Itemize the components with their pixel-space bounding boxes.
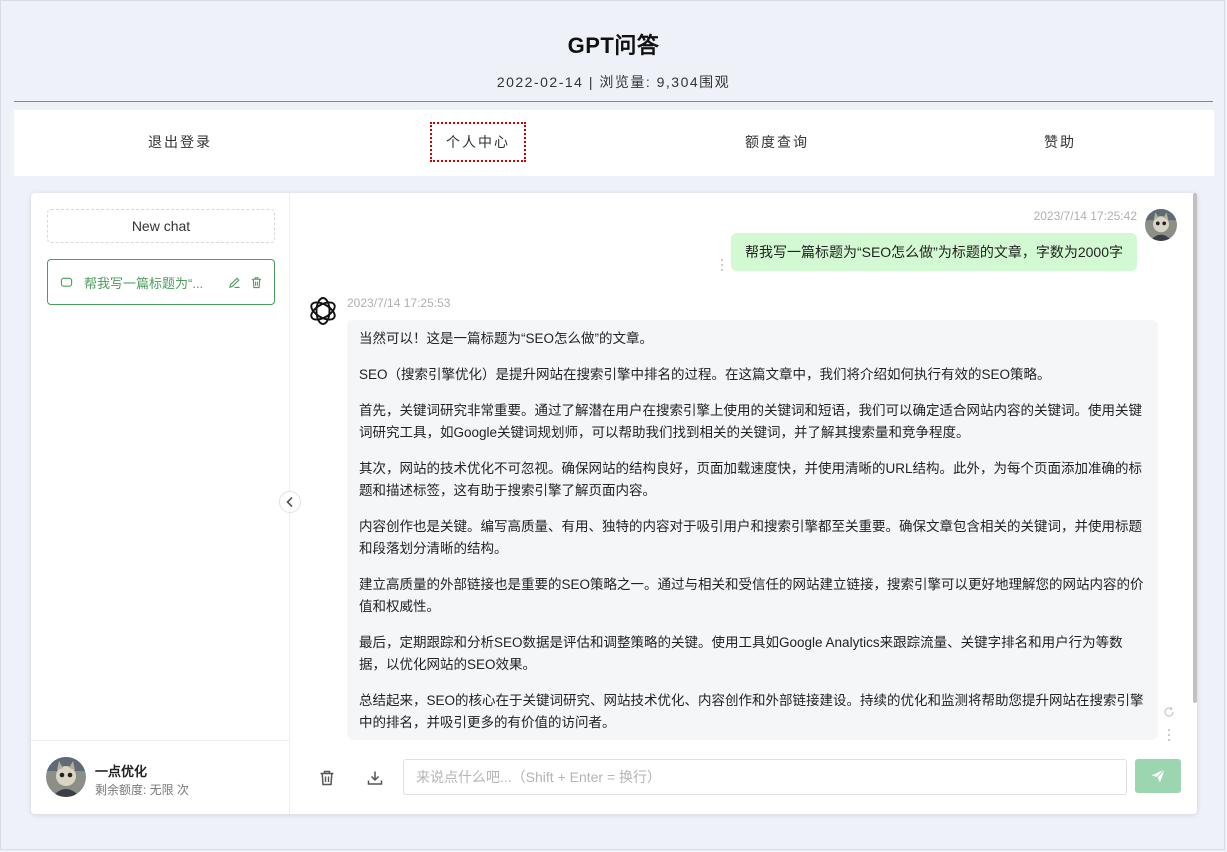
chat-history-item[interactable]: 帮我写一篇标题为“...	[47, 259, 275, 305]
bot-message-paragraph: 总结起来，SEO的核心在于关键词研究、网站技术优化、内容创作和外部链接建设。持续…	[359, 693, 1144, 730]
clear-chat-button[interactable]	[312, 763, 342, 793]
user-message-time: 2023/7/14 17:25:42	[1033, 209, 1137, 223]
nav-quota[interactable]: 额度查询	[745, 124, 809, 160]
trash-icon	[320, 770, 334, 786]
sidebar: New chat 帮我写一篇标题为“... 一点优化 剩余额度: 无限 次	[31, 193, 290, 814]
user-quota: 剩余额度: 无限 次	[95, 783, 190, 797]
bot-message-paragraph: SEO（搜索引擎优化）是提升网站在搜索引擎中排名的过程。在这篇文章中，我们将介绍…	[359, 367, 1051, 382]
page-title: GPT问答	[567, 33, 660, 58]
avatar[interactable]	[46, 757, 86, 797]
user-message-bubble: 帮我写一篇标题为“SEO怎么做”为标题的文章，字数为2000字	[730, 233, 1137, 271]
bot-message-paragraph: 建立高质量的外部链接也是重要的SEO策略之一。通过与相关和受信任的网站建立链接，…	[359, 577, 1144, 614]
trash-icon[interactable]	[246, 272, 266, 292]
bot-message-bubble: 当然可以！这是一篇标题为“SEO怎么做”的文章。 SEO（搜索引擎优化）是提升网…	[347, 320, 1158, 740]
chat-bubble-icon	[60, 275, 74, 289]
send-button[interactable]	[1135, 759, 1181, 793]
chat-input[interactable]	[403, 759, 1127, 795]
user-info: 一点优化 剩余额度: 无限 次	[31, 740, 289, 814]
top-nav: 退出登录 个人中心 额度查询 赞助	[14, 110, 1214, 176]
download-icon	[367, 771, 383, 785]
scrollbar[interactable]	[1193, 193, 1197, 703]
nav-logout[interactable]: 退出登录	[148, 124, 212, 160]
user-name: 一点优化	[95, 764, 148, 779]
nav-sponsor[interactable]: 赞助	[1044, 124, 1076, 160]
edit-icon[interactable]	[224, 272, 244, 292]
download-button[interactable]	[360, 763, 390, 793]
new-chat-button[interactable]: New chat	[47, 209, 275, 243]
header-divider	[14, 101, 1213, 102]
user-avatar	[1145, 209, 1177, 241]
chat-history-title: 帮我写一篇标题为“...	[84, 275, 204, 291]
bot-message-paragraph: 当然可以！这是一篇标题为“SEO怎么做”的文章。	[359, 331, 654, 346]
chat-app: New chat 帮我写一篇标题为“... 一点优化 剩余额度: 无限 次 20…	[31, 193, 1197, 814]
bot-message-paragraph: 首先，关键词研究非常重要。通过了解潜在用户在搜索引擎上使用的关键词和短语，我们可…	[359, 403, 1142, 440]
refresh-icon[interactable]	[1163, 705, 1175, 723]
user-message-more-icon[interactable]	[720, 259, 724, 271]
send-icon	[1151, 769, 1165, 783]
bot-message-time: 2023/7/14 17:25:53	[347, 296, 451, 310]
bot-message-paragraph: 最后，定期跟踪和分析SEO数据是评估和调整策略的关键。使用工具如Google A…	[359, 635, 1123, 672]
page-subtitle: 2022-02-14 | 浏览量: 9,304围观	[496, 74, 731, 90]
chat-area: 2023/7/14 17:25:42 帮我写一篇标题为“SEO怎么做”为标题的文…	[291, 193, 1197, 814]
bot-message-paragraph: 其次，网站的技术优化不可忽视。确保网站的结构良好，页面加载速度快，并使用清晰的U…	[359, 461, 1143, 498]
bot-message-more-icon[interactable]	[1167, 729, 1171, 741]
openai-logo-icon	[307, 295, 339, 327]
nav-profile[interactable]: 个人中心	[430, 122, 526, 162]
input-row	[291, 741, 1197, 814]
bot-message-paragraph: 内容创作也是关键。编写高质量、有用、独特的内容对于吸引用户和搜索引擎都至关重要。…	[359, 519, 1142, 556]
